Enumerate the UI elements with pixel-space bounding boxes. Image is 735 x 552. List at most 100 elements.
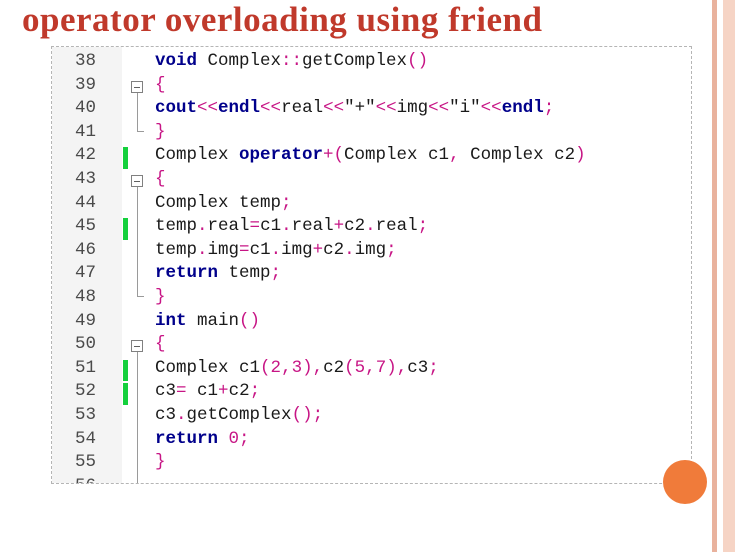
change-marker <box>123 383 128 405</box>
code-token: +( <box>323 145 345 166</box>
code-token: . <box>176 405 187 425</box>
code-token: , <box>449 145 460 166</box>
code-text: { <box>155 75 166 95</box>
code-token: ( <box>260 357 271 378</box>
line-number: 40 <box>74 98 96 119</box>
code-token: "i" <box>449 98 481 119</box>
code-token: ; <box>281 192 292 213</box>
code-token: 2 <box>270 357 282 378</box>
code-token: :: <box>281 51 303 71</box>
decorative-circle <box>663 460 707 504</box>
code-token: c3 <box>407 357 429 378</box>
code-line: 52 c3= c1+c2; <box>52 381 691 405</box>
code-text: c3.getComplex(); <box>155 405 323 425</box>
code-line: 40 cout<<endl<<real<<"+"<<img<<"i"<<endl; <box>52 98 691 122</box>
code-token: ; <box>543 98 555 119</box>
fold-guide-line <box>137 352 138 483</box>
code-token: ; <box>249 381 261 402</box>
code-text: cout<<endl<<real<<"+"<<img<<"i"<<endl; <box>155 98 554 118</box>
code-token: . <box>270 239 282 260</box>
code-token: () <box>239 310 261 331</box>
code-token: . <box>365 216 376 237</box>
code-token: c1 <box>260 216 282 237</box>
code-token: Complex <box>155 145 240 166</box>
code-token: 7 <box>375 357 387 378</box>
code-text: int main() <box>155 311 260 331</box>
code-token: ; <box>270 263 282 284</box>
code-token: = <box>176 381 187 402</box>
code-token: main <box>186 310 240 331</box>
code-line: 45 temp.real=c1.real+c2.real; <box>52 216 691 240</box>
fold-toggle-icon[interactable] <box>131 175 143 187</box>
code-text: temp.real=c1.real+c2.real; <box>155 216 428 236</box>
code-token: getComplex <box>302 51 408 71</box>
code-line: 49 int main() <box>52 311 691 335</box>
code-text: } <box>155 122 166 142</box>
code-token: << <box>375 98 397 119</box>
code-token: Complex c1 <box>344 145 450 166</box>
code-token: + <box>312 239 324 260</box>
code-token: } <box>155 287 166 307</box>
code-token: temp <box>155 239 198 260</box>
code-token: () <box>407 51 429 71</box>
code-line: 47 return temp; <box>52 263 691 287</box>
code-token: . <box>344 239 355 260</box>
code-token: ; <box>386 239 397 260</box>
fold-toggle-icon[interactable] <box>131 80 143 93</box>
code-token: , <box>312 357 324 378</box>
code-token: operator <box>239 145 324 166</box>
line-number: 55 <box>74 452 96 473</box>
code-token: 3 <box>291 357 303 378</box>
code-token: "+" <box>344 98 376 119</box>
line-number: 48 <box>74 287 96 307</box>
code-token: , <box>365 357 376 378</box>
code-token: << <box>428 98 450 119</box>
code-token: Complex c1 <box>155 357 261 378</box>
code-text: Complex operator+(Complex c1, Complex c2… <box>155 145 586 165</box>
code-token: 0 <box>228 428 240 449</box>
code-token: ; <box>428 357 439 378</box>
code-token: << <box>197 98 219 119</box>
change-marker <box>123 147 128 169</box>
code-token: temp <box>155 216 198 237</box>
fold-guide-line <box>137 92 138 122</box>
code-token: ) <box>386 357 397 378</box>
code-token: (); <box>291 405 324 425</box>
code-token: int <box>155 310 187 331</box>
code-line: 55} <box>52 452 691 476</box>
code-editor[interactable]: 38 void Complex::getComplex() 39{40 cout<<e… <box>51 46 692 484</box>
code-token: c3 <box>155 405 177 425</box>
code-token: Complex temp <box>155 192 282 213</box>
code-token: = <box>239 239 250 260</box>
code-token: getComplex <box>186 405 292 425</box>
code-line: 43 { <box>52 169 691 193</box>
code-token: ) <box>575 145 586 166</box>
code-token: } <box>155 121 166 142</box>
code-token: real <box>291 216 334 237</box>
code-token: ( <box>344 357 355 378</box>
code-token: img <box>207 239 240 260</box>
code-line: 41} <box>52 121 691 146</box>
code-token: void <box>155 51 198 71</box>
line-number: 39 <box>74 74 96 95</box>
code-token: ; <box>239 428 250 449</box>
change-marker <box>123 218 128 240</box>
code-text: return temp; <box>155 263 281 283</box>
code-line: 53 c3.getComplex(); <box>52 405 691 429</box>
code-text: Complex temp; <box>155 193 292 213</box>
line-number: 56 <box>60 476 96 483</box>
slide-title: operator overloading using friend <box>22 0 543 39</box>
decorative-stripe <box>712 0 717 552</box>
code-token: c2 <box>323 239 345 260</box>
code-text: c3= c1+c2; <box>155 381 260 401</box>
fold-end-marker <box>137 121 144 132</box>
code-text: temp.img=c1.img+c2.img; <box>155 240 397 260</box>
code-token: cout <box>155 98 198 119</box>
line-number: 51 <box>74 357 96 378</box>
fold-toggle-icon[interactable] <box>131 340 143 353</box>
code-token: return <box>155 428 219 449</box>
code-text: { <box>155 334 166 354</box>
line-number: 45 <box>74 216 96 237</box>
code-line: 50 { <box>52 334 691 358</box>
